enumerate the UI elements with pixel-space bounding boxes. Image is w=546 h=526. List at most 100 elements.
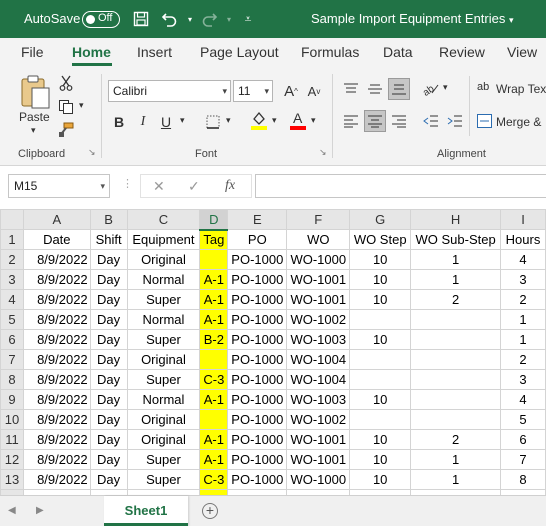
cell[interactable]: Super <box>126 449 201 470</box>
cell[interactable] <box>410 369 502 390</box>
formula-input[interactable] <box>255 174 546 198</box>
column-header-g[interactable]: G <box>349 209 412 230</box>
tab-page-layout[interactable]: Page Layout <box>200 44 279 60</box>
cell[interactable]: 2 <box>410 289 502 310</box>
cell[interactable]: PO-1000 <box>227 449 288 470</box>
cell[interactable]: 2 <box>500 289 546 310</box>
cell[interactable]: WO-1002 <box>286 409 351 430</box>
cell[interactable]: 10 <box>349 269 412 290</box>
underline-dropdown-icon[interactable]: ▾ <box>180 115 185 126</box>
orientation-dropdown-icon[interactable]: ▾ <box>443 82 448 93</box>
align-bottom-icon[interactable] <box>388 78 410 100</box>
cell[interactable]: WO-1001 <box>286 429 351 450</box>
cell[interactable]: 8/9/2022 <box>22 329 91 350</box>
cell[interactable]: 8/9/2022 <box>22 249 91 270</box>
column-header-f[interactable]: F <box>286 209 351 230</box>
tab-view[interactable]: View <box>507 44 537 60</box>
cell[interactable]: Normal <box>126 269 201 290</box>
header-cell[interactable]: Hours <box>500 229 546 250</box>
cell[interactable]: PO-1000 <box>227 289 288 310</box>
cell[interactable]: Day <box>89 249 128 270</box>
font-family-select[interactable]: Calibri ▾ <box>108 80 231 102</box>
cell[interactable]: C-3 <box>199 469 229 490</box>
cell[interactable]: PO-1000 <box>227 349 288 370</box>
cell[interactable]: WO-1000 <box>286 249 351 270</box>
merge-center-button[interactable]: Merge & <box>477 113 546 133</box>
cell[interactable]: 10 <box>349 429 412 450</box>
row-header[interactable]: 13 <box>0 469 24 490</box>
cell[interactable]: 10 <box>349 449 412 470</box>
cell[interactable] <box>199 409 229 430</box>
align-right-icon[interactable] <box>388 110 410 132</box>
row-header[interactable]: 11 <box>0 429 24 450</box>
row-header[interactable]: 3 <box>0 269 24 290</box>
cell[interactable]: Day <box>89 269 128 290</box>
tab-insert[interactable]: Insert <box>137 44 172 60</box>
wrap-text-button[interactable]: ab Wrap Text <box>477 80 546 100</box>
document-title[interactable]: Sample Import Equipment Entries ▾ <box>311 11 514 26</box>
cell[interactable]: Day <box>89 329 128 350</box>
tab-file[interactable]: File <box>21 44 44 60</box>
insert-function-icon[interactable]: fx <box>225 178 235 194</box>
cell[interactable]: PO-1000 <box>227 249 288 270</box>
cell[interactable]: WO-1002 <box>286 309 351 330</box>
cell[interactable]: 8/9/2022 <box>22 469 91 490</box>
row-header[interactable]: 1 <box>0 229 24 250</box>
cell[interactable]: A-1 <box>199 449 229 470</box>
cell[interactable]: PO-1000 <box>227 469 288 490</box>
cell[interactable]: 1 <box>500 329 546 350</box>
cell[interactable] <box>199 249 229 270</box>
cell[interactable]: 8/9/2022 <box>22 349 91 370</box>
cell[interactable]: 8/9/2022 <box>22 309 91 330</box>
column-header-c[interactable]: C <box>126 209 201 230</box>
font-size-select[interactable]: 11 ▾ <box>233 80 273 102</box>
cell[interactable]: 10 <box>349 389 412 410</box>
scroll-right-icon[interactable]: ▶ <box>36 505 44 516</box>
select-all-corner[interactable] <box>0 209 24 230</box>
autosave-toggle[interactable]: Off <box>82 11 120 28</box>
cell[interactable]: 2 <box>500 349 546 370</box>
cell[interactable]: B-2 <box>199 329 229 350</box>
borders-dropdown-icon[interactable]: ▾ <box>226 115 231 126</box>
orientation-icon[interactable]: ab <box>420 78 442 100</box>
row-header[interactable]: 10 <box>0 409 24 430</box>
cell[interactable] <box>410 309 502 330</box>
cell[interactable]: Original <box>126 429 201 450</box>
paste-dropdown-icon[interactable]: ▾ <box>31 125 36 136</box>
align-left-icon[interactable] <box>340 110 362 132</box>
cell[interactable]: WO-1000 <box>286 469 351 490</box>
increase-indent-icon[interactable] <box>444 110 466 132</box>
cell[interactable]: 10 <box>349 469 412 490</box>
cell[interactable]: 10 <box>349 329 412 350</box>
customize-toolbar-icon[interactable]: ⩡ <box>238 9 258 29</box>
column-header-b[interactable]: B <box>89 209 128 230</box>
header-cell[interactable]: WO <box>286 229 351 250</box>
cell[interactable]: 10 <box>349 289 412 310</box>
header-cell[interactable]: Shift <box>89 229 128 250</box>
cell[interactable] <box>410 349 502 370</box>
header-cell[interactable]: PO <box>227 229 288 250</box>
cell[interactable]: Super <box>126 289 201 310</box>
align-top-icon[interactable] <box>340 78 362 100</box>
cell[interactable]: 8 <box>500 469 546 490</box>
cell[interactable]: 8/9/2022 <box>22 389 91 410</box>
row-header[interactable]: 2 <box>0 249 24 270</box>
cell[interactable]: PO-1000 <box>227 429 288 450</box>
row-header[interactable]: 9 <box>0 389 24 410</box>
cell[interactable]: Super <box>126 329 201 350</box>
cell[interactable]: Day <box>89 369 128 390</box>
sheet-tab[interactable]: Sheet1 <box>104 496 188 526</box>
cell[interactable] <box>349 349 412 370</box>
cell[interactable] <box>349 309 412 330</box>
row-header[interactable]: 4 <box>0 289 24 310</box>
cell[interactable]: A-1 <box>199 429 229 450</box>
cell[interactable]: C-3 <box>199 369 229 390</box>
cell[interactable]: 8/9/2022 <box>22 289 91 310</box>
font-color-dropdown-icon[interactable]: ▾ <box>311 115 316 126</box>
cell[interactable]: 6 <box>500 429 546 450</box>
row-header[interactable]: 8 <box>0 369 24 390</box>
cell[interactable]: WO-1001 <box>286 449 351 470</box>
column-header-d[interactable]: D <box>199 209 229 231</box>
cell[interactable]: A-1 <box>199 269 229 290</box>
enter-icon[interactable]: ✓ <box>188 178 200 195</box>
